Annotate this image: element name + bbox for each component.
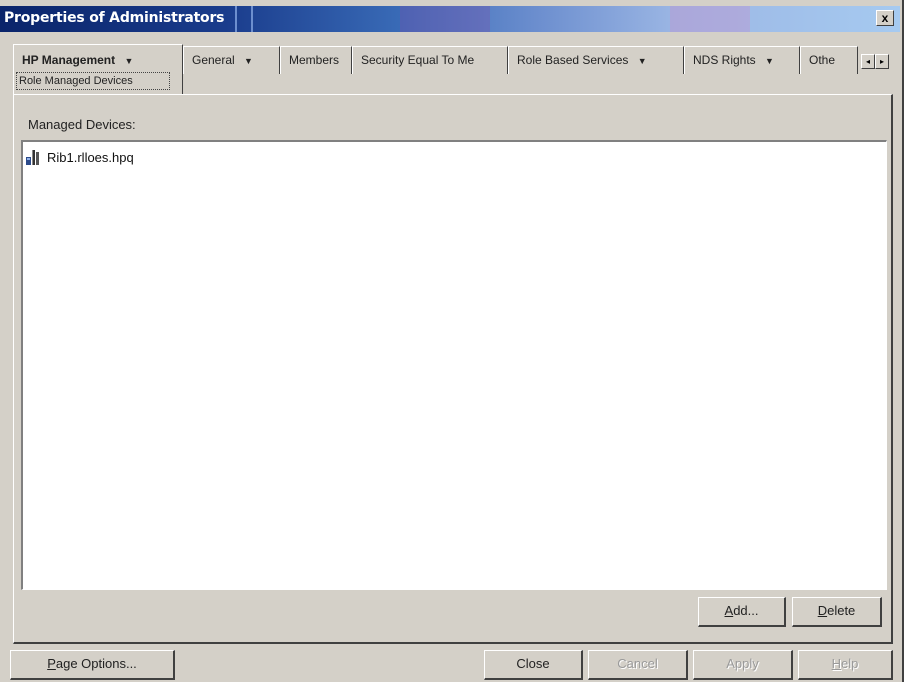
add-button[interactable]: Add... [698,597,786,627]
tab-strip: HP Management ▼ Role Managed Devices Gen… [13,44,893,96]
tab-security-label: Security Equal To Me [361,53,475,67]
scroll-left-icon[interactable]: ◂ [861,54,875,69]
title-decoration [235,6,253,32]
close-window-button[interactable]: x [876,10,894,26]
properties-dialog: Properties of Administrators x HP Manage… [0,0,904,682]
tab-security-equal-to-me[interactable]: Security Equal To Me [352,46,508,74]
tab-members-label: Members [289,53,340,67]
device-name: Rib1.rlloes.hpq [47,149,134,165]
tab-label-text: HP Management [22,53,116,67]
delete-label: elete [827,603,856,618]
tab-panel: Managed Devices: Rib1.rlloes.hpq Add... … [13,94,893,644]
chevron-down-icon[interactable]: ▼ [124,50,133,72]
tab-hp-management[interactable]: HP Management ▼ Role Managed Devices [13,44,183,94]
add-label: dd... [733,603,759,618]
tab-nds-rights-label: NDS Rights [693,53,756,67]
cancel-label: Cancel [617,656,658,671]
tab-general[interactable]: General ▼ [183,46,280,74]
add-mnemonic: A [724,603,734,618]
tab-nds-rights[interactable]: NDS Rights ▼ [684,46,800,74]
close-label: Close [516,656,550,671]
sub-tab-role-managed-devices[interactable]: Role Managed Devices [16,71,170,90]
managed-devices-list[interactable]: Rib1.rlloes.hpq [21,140,887,590]
apply-button[interactable]: Apply [693,650,793,680]
help-button[interactable]: Help [798,650,893,680]
list-item[interactable]: Rib1.rlloes.hpq [25,148,134,166]
cancel-button[interactable]: Cancel [588,650,688,680]
tab-role-based-services[interactable]: Role Based Services ▼ [508,46,684,74]
window-title: Properties of Administrators [4,10,225,26]
chevron-down-icon[interactable]: ▼ [244,48,253,74]
title-bar[interactable]: Properties of Administrators x [0,6,900,32]
tab-members[interactable]: Members [280,46,352,74]
delete-button[interactable]: Delete [792,597,882,627]
chevron-down-icon[interactable]: ▼ [765,48,774,74]
tab-scroll-arrows: ◂ ▸ [861,52,891,69]
tab-other-label: Othe [809,53,836,67]
tab-other[interactable]: Othe [800,46,858,74]
tab-role-based-label: Role Based Services [517,53,629,67]
page-options-button[interactable]: Page Options... [10,650,175,680]
title-decoration [670,6,750,32]
help-label: elp [841,656,859,671]
apply-label: Apply [726,656,759,671]
tab-general-label: General [192,53,235,67]
managed-devices-label: Managed Devices: [28,117,136,132]
scroll-right-icon[interactable]: ▸ [875,54,889,69]
page-options-label: age Options... [55,656,137,671]
help-mnemonic: H [831,656,842,671]
page-options-mnemonic: P [47,656,56,671]
delete-mnemonic: D [817,603,828,618]
server-icon [26,150,39,165]
dialog-footer: Page Options... Close Cancel Apply Help [0,648,900,682]
title-decoration [400,6,490,32]
tab-hp-management-label: HP Management ▼ [22,49,174,72]
close-button[interactable]: Close [484,650,583,680]
chevron-down-icon[interactable]: ▼ [638,48,647,74]
